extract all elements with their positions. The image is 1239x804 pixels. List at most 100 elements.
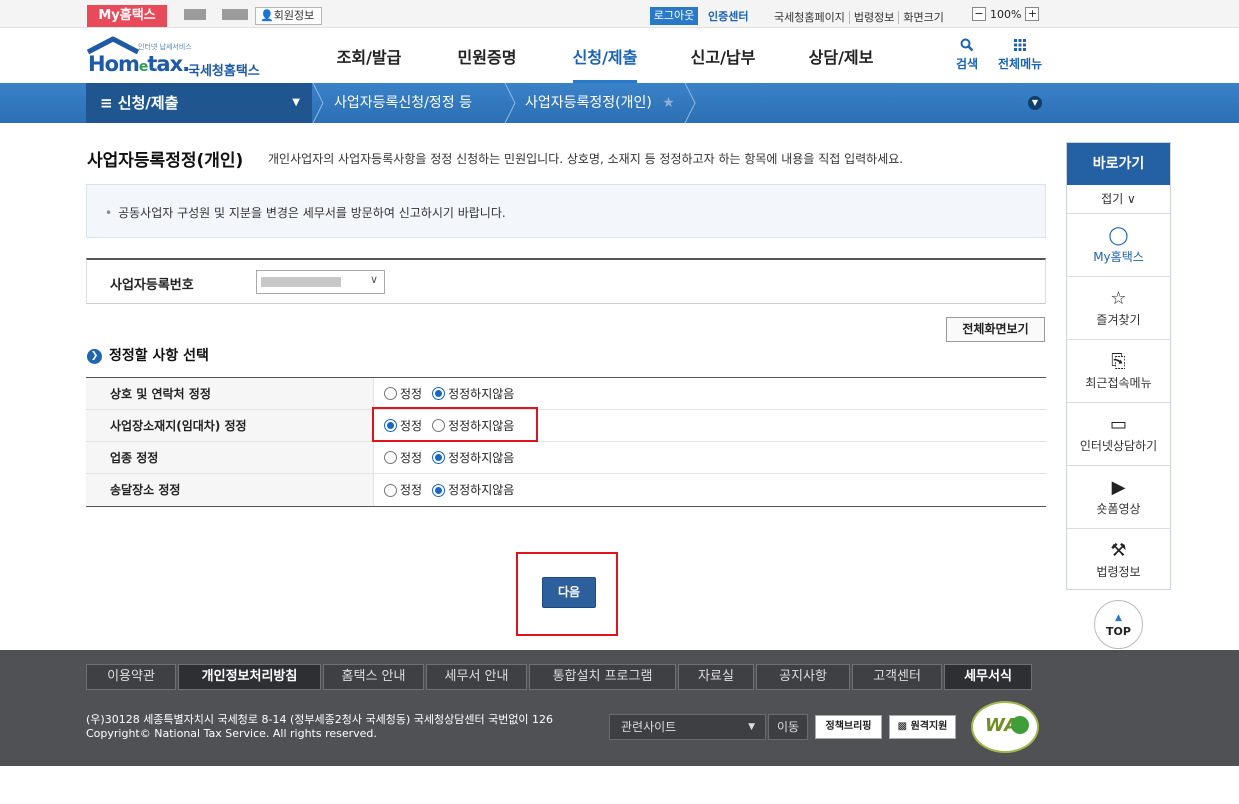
radio-correct[interactable]: 정정 <box>384 442 422 474</box>
page-title: 사업자등록정정(개인) <box>87 151 244 171</box>
table-row: 업종 정정 정정 정정하지않음 <box>86 442 1046 474</box>
footer-link-resources[interactable]: 자료실 <box>678 664 754 690</box>
radio-no-correct[interactable]: 정정하지않음 <box>432 442 514 474</box>
fold-button[interactable]: 접기 ∨ <box>1067 185 1170 214</box>
radio-no-correct[interactable]: 정정하지않음 <box>432 378 514 410</box>
row-label: 송달장소 정정 <box>86 474 374 506</box>
radio-group: 정정 정정하지않음 <box>374 378 524 409</box>
quick-favorites[interactable]: ☆ 즐겨찾기 <box>1067 277 1170 340</box>
nav-report-payment[interactable]: 신고/납부 <box>664 28 782 83</box>
footer: 이용약관 개인정보처리방침 홈택스 안내 세무서 안내 통합설치 프로그램 자료… <box>0 650 1239 766</box>
chevron-right-icon <box>504 83 516 123</box>
footer-address: (우)30128 세종특별자치시 국세청로 8-14 (정부세종2청사 국세청동… <box>86 713 554 740</box>
row-label: 업종 정정 <box>86 442 374 473</box>
utility-bar: My홈택스 👤회원정보 로그아웃 인증센터 국세청홈페이지 법령정보 화면크기 −1… <box>0 0 1239 28</box>
quick-shortform-video[interactable]: ▶ 숏폼영상 <box>1067 466 1170 529</box>
search-icon <box>960 38 974 52</box>
go-button[interactable]: 이동 <box>768 714 808 740</box>
main-nav: 조회/발급 민원증명 신청/제출 신고/납부 상담/제보 <box>310 28 900 83</box>
nav-civil-certificate[interactable]: 민원증명 <box>428 28 546 83</box>
location-expand-icon[interactable]: ▼ <box>1028 96 1042 110</box>
table-row: 상호 및 연락처 정정 정정 정정하지않음 <box>86 378 1046 410</box>
quick-recent-menu[interactable]: ⎘ 최근접속메뉴 <box>1067 340 1170 403</box>
next-button[interactable]: 다음 <box>542 577 596 608</box>
breadcrumb-second[interactable]: 사업자등록신청/정정 등 <box>334 83 472 123</box>
footer-link-office-guide[interactable]: 세무서 안내 <box>426 664 527 690</box>
footer-link-install[interactable]: 통합설치 프로그램 <box>529 664 676 690</box>
zoom-in-button[interactable]: + <box>1025 7 1040 21</box>
radio-no-correct[interactable]: 정정하지않음 <box>432 410 514 442</box>
bullet-icon: • <box>105 206 113 220</box>
footer-link-hometax-guide[interactable]: 홈택스 안내 <box>323 664 424 690</box>
quick-myhometax[interactable]: ◯ My홈택스 <box>1067 214 1170 277</box>
footer-link-customer[interactable]: 고객센터 <box>852 664 942 690</box>
footer-link-notice[interactable]: 공지사항 <box>756 664 850 690</box>
full-screen-button[interactable]: 전체화면보기 <box>946 317 1045 342</box>
section-title: ❯ 정정할 사항 선택 <box>87 345 209 365</box>
radio-group: 정정 정정하지않음 <box>374 474 524 506</box>
chevron-down-icon: ∨ <box>369 273 378 286</box>
logo-korean: 국세청홈택스 <box>188 64 260 79</box>
remote-support-badge[interactable]: ▩ 원격지원 <box>889 715 956 739</box>
nts-homepage-link[interactable]: 국세청홈페이지 <box>770 11 849 24</box>
page-description: 개인사업자의 사업자등록사항을 정정 신청하는 민원입니다. 상호명, 소재지 … <box>268 152 904 166</box>
grid-icon <box>1014 39 1027 51</box>
util-links: 국세청홈페이지 법령정보 화면크기 <box>770 9 948 25</box>
breadcrumb-menu[interactable]: ≡ 신청/제출 ▼ <box>86 83 312 123</box>
footer-links: 이용약관 개인정보처리방침 홈택스 안내 세무서 안내 통합설치 프로그램 자료… <box>86 664 1034 690</box>
wa-certification-logo: WA <box>971 701 1039 753</box>
masked-user-name <box>184 9 206 20</box>
zoom-out-button[interactable]: − <box>972 7 986 21</box>
radio-group: 정정 정정하지않음 <box>374 442 524 473</box>
arrow-up-icon: ▲ <box>1115 613 1122 623</box>
user-icon: ◯ <box>1108 225 1129 246</box>
star-icon[interactable]: ★ <box>662 95 675 111</box>
header: 인터넷 납세서비스 Hometax. 국세청홈택스 조회/발급 민원증명 신청/… <box>0 28 1239 83</box>
all-menu-button[interactable]: 전체메뉴 <box>998 38 1042 72</box>
policy-briefing-badge[interactable]: 정책브리핑 <box>815 715 882 739</box>
radio-no-correct[interactable]: 정정하지않음 <box>432 474 514 506</box>
related-sites-select[interactable]: 관련사이트 ▼ <box>609 714 766 740</box>
laptop-icon: ▭ <box>1109 414 1127 435</box>
notice-box: • 공동사업자 구성원 및 지분을 변경은 세무서를 방문하여 신고하시기 바랍니… <box>86 184 1046 238</box>
radio-correct[interactable]: 정정 <box>384 474 422 506</box>
search-button[interactable]: 검색 <box>956 38 978 72</box>
gavel-icon: ⚒ <box>1110 540 1127 561</box>
cert-center-link[interactable]: 인증센터 <box>708 8 748 24</box>
myhome-tab[interactable]: My홈택스 <box>87 5 167 27</box>
masked-biz-number <box>261 277 341 287</box>
masked-user-type <box>222 9 248 20</box>
biz-number-select[interactable]: ∨ <box>256 270 385 294</box>
nav-inquiry[interactable]: 조회/발급 <box>310 28 428 83</box>
recent-icon: ⎘ <box>1111 351 1126 372</box>
quick-online-consult[interactable]: ▭ 인터넷상담하기 <box>1067 403 1170 466</box>
footer-link-terms[interactable]: 이용약관 <box>86 664 176 690</box>
quick-law-info[interactable]: ⚒ 법령정보 <box>1067 529 1170 592</box>
hometax-logo[interactable]: 인터넷 납세서비스 Hometax. 국세청홈택스 <box>86 36 276 79</box>
table-row: 송달장소 정정 정정 정정하지않음 <box>86 474 1046 506</box>
footer-link-privacy[interactable]: 개인정보처리방침 <box>178 664 321 690</box>
radio-group: 정정 정정하지않음 <box>374 410 524 441</box>
caret-down-icon: ▼ <box>292 97 300 108</box>
star-icon: ☆ <box>1110 288 1127 309</box>
chevron-right-icon <box>312 83 324 123</box>
row-label: 상호 및 연락처 정정 <box>86 378 374 409</box>
member-info-button[interactable]: 👤회원정보 <box>255 7 322 25</box>
logout-button[interactable]: 로그아웃 <box>650 7 698 25</box>
nav-consult[interactable]: 상담/제보 <box>782 28 900 83</box>
location-bar: ≡ 신청/제출 ▼ 사업자등록신청/정정 등 사업자등록정정(개인) ★ ▼ <box>0 83 1239 123</box>
biz-number-box: 사업자등록번호 ∨ <box>86 258 1046 304</box>
top-button[interactable]: ▲ TOP <box>1094 600 1143 649</box>
footer-link-tax-forms[interactable]: 세무서식 <box>944 664 1032 690</box>
row-label: 사업장소재지(임대차) 정정 <box>86 410 374 441</box>
nav-application[interactable]: 신청/제출 <box>546 28 664 83</box>
law-info-link[interactable]: 법령정보 <box>848 11 899 24</box>
radio-correct[interactable]: 정정 <box>384 410 422 442</box>
quick-menu-title: 바로가기 <box>1067 143 1170 185</box>
notice-text: • 공동사업자 구성원 및 지분을 변경은 세무서를 방문하여 신고하시기 바랍니… <box>105 206 506 220</box>
arrow-circle-icon: ❯ <box>87 348 102 364</box>
chevron-right-icon <box>684 83 696 123</box>
play-icon: ▶ <box>1111 477 1126 498</box>
caret-down-icon: ▼ <box>748 722 755 732</box>
radio-correct[interactable]: 정정 <box>384 378 422 410</box>
